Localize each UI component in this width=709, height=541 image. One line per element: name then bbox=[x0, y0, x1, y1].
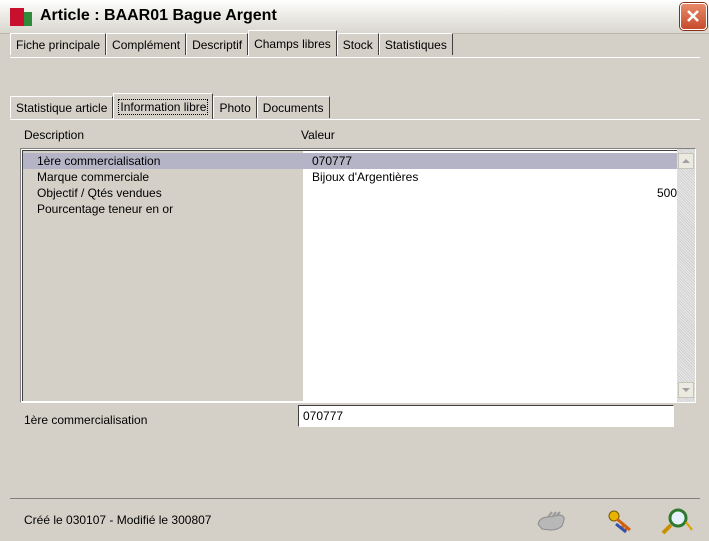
close-button[interactable] bbox=[680, 3, 707, 30]
tab-label: Documents bbox=[262, 101, 324, 115]
tab-label: Complément bbox=[112, 38, 181, 52]
row-description: Objectif / Qtés vendues bbox=[37, 186, 162, 200]
tab-label: Photo bbox=[219, 101, 251, 115]
column-header-description[interactable]: Description bbox=[24, 128, 84, 142]
row-description: 1ère commercialisation bbox=[37, 154, 161, 168]
status-text: Créé le 030107 - Modifié le 300807 bbox=[24, 513, 212, 527]
hand-icon[interactable] bbox=[534, 506, 570, 536]
tab-label: Stock bbox=[342, 38, 373, 52]
tab-documents[interactable]: Documents bbox=[256, 96, 330, 118]
tab-label: Statistique article bbox=[16, 101, 108, 115]
tab-label: Champs libres bbox=[254, 37, 331, 51]
column-header-value[interactable]: Valeur bbox=[301, 128, 335, 142]
tab-statistiques[interactable]: Statistiques bbox=[378, 33, 453, 55]
tab-label: Statistiques bbox=[384, 38, 447, 52]
edit-field-input[interactable]: 070777 bbox=[298, 405, 674, 427]
list-row[interactable]: Marque commerciale Bijoux d'Argentières bbox=[23, 169, 677, 185]
vertical-scrollbar[interactable] bbox=[677, 149, 695, 402]
tab-champs-libres[interactable]: Champs libres bbox=[248, 30, 337, 56]
tab-label: Descriptif bbox=[192, 38, 243, 52]
window-title: Article : BAAR01 Bague Argent bbox=[40, 7, 277, 24]
tab-complement[interactable]: Complément bbox=[106, 33, 187, 55]
app-icon bbox=[10, 8, 32, 26]
arrow-up-icon bbox=[682, 159, 690, 163]
tab-label: Information libre bbox=[118, 99, 209, 115]
row-description: Pourcentage teneur en or bbox=[37, 202, 174, 216]
main-panel-border bbox=[10, 57, 700, 58]
search-icon[interactable] bbox=[658, 506, 694, 536]
row-value: 070777 bbox=[312, 154, 353, 168]
edit-field-label: 1ère commercialisation bbox=[24, 413, 148, 427]
fields-list[interactable]: 1ère commercialisation 070777 Marque com… bbox=[20, 148, 696, 403]
list-row[interactable]: Objectif / Qtés vendues 500 bbox=[23, 185, 677, 201]
tab-photo[interactable]: Photo bbox=[213, 96, 257, 118]
tab-label: Fiche principale bbox=[16, 38, 101, 52]
main-tabs: Fiche principale Complément Descriptif C… bbox=[10, 30, 453, 57]
list-row[interactable]: Pourcentage teneur en or bbox=[23, 201, 677, 217]
close-icon bbox=[687, 10, 699, 22]
row-value: 500 bbox=[656, 186, 677, 200]
sub-tabs: Statistique article Information libre Ph… bbox=[10, 93, 330, 120]
title-bar: Article : BAAR01 Bague Argent bbox=[0, 0, 709, 34]
tab-stock[interactable]: Stock bbox=[336, 33, 379, 55]
row-value: Bijoux d'Argentières bbox=[312, 170, 419, 184]
scroll-down-button[interactable] bbox=[678, 382, 694, 398]
scroll-up-button[interactable] bbox=[678, 153, 694, 169]
status-bar: Créé le 030107 - Modifié le 300807 bbox=[10, 498, 700, 539]
tab-fiche-principale[interactable]: Fiche principale bbox=[10, 33, 107, 55]
list-row[interactable]: 1ère commercialisation 070777 bbox=[23, 153, 677, 169]
tab-statistique-article[interactable]: Statistique article bbox=[10, 96, 114, 118]
list-content: 1ère commercialisation 070777 Marque com… bbox=[22, 150, 677, 401]
tab-information-libre[interactable]: Information libre bbox=[113, 93, 214, 119]
arrow-down-icon bbox=[682, 388, 690, 392]
sub-panel-border bbox=[10, 119, 700, 120]
row-description: Marque commerciale bbox=[37, 170, 150, 184]
keys-icon[interactable] bbox=[604, 506, 640, 536]
tab-descriptif[interactable]: Descriptif bbox=[186, 33, 249, 55]
